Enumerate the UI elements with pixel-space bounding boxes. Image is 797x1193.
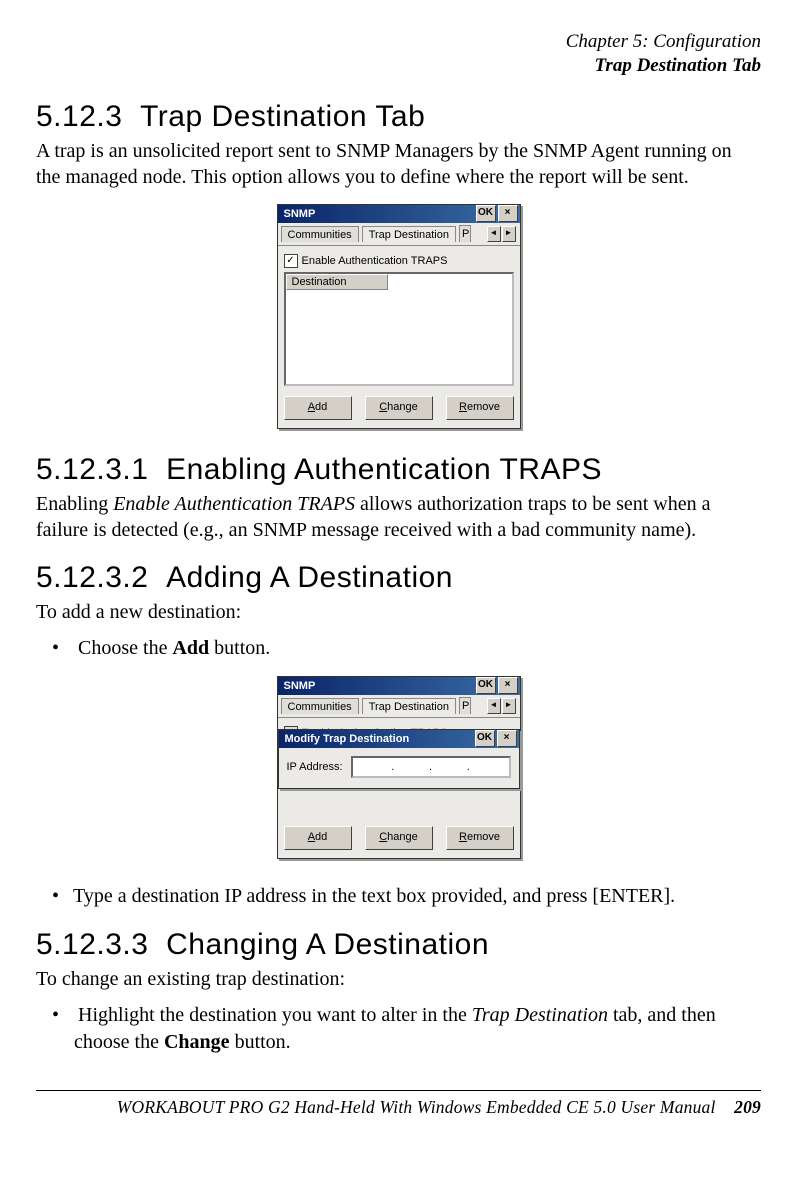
- page-number: 209: [734, 1097, 761, 1117]
- page-footer: WORKABOUT PRO G2 Hand-Held With Windows …: [36, 1090, 761, 1118]
- tab-scroll-right-2[interactable]: ►: [502, 698, 516, 714]
- ok-button-2[interactable]: OK: [476, 677, 496, 694]
- change-button[interactable]: Change: [365, 396, 433, 420]
- tab-scroll: ◄ ►: [487, 226, 520, 242]
- ip-address-input[interactable]: . . .: [351, 756, 511, 778]
- para-5-12-3-1: Enabling Enable Authentication TRAPS all…: [36, 491, 761, 543]
- add-button[interactable]: Add: [284, 396, 352, 420]
- tab-scroll-left[interactable]: ◄: [487, 226, 501, 242]
- modal-ok-button[interactable]: OK: [475, 730, 495, 747]
- tab-partial-2[interactable]: P: [459, 697, 471, 714]
- heading-5-12-3: 5.12.3 Trap Destination Tab: [36, 100, 761, 134]
- modal-close-button[interactable]: ×: [497, 730, 517, 747]
- remove-button-2[interactable]: Remove: [446, 826, 514, 850]
- modal-title: Modify Trap Destination: [283, 730, 410, 748]
- change-button-2[interactable]: Change: [365, 826, 433, 850]
- button-row-2: Add Change Remove: [278, 822, 520, 858]
- destination-list[interactable]: Destination: [284, 272, 514, 386]
- enable-auth-traps-row: ✓ Enable Authentication TRAPS: [284, 254, 514, 268]
- tabs: Communities Trap Destination P ◄ ►: [278, 223, 520, 246]
- enable-auth-traps-checkbox[interactable]: ✓: [284, 254, 298, 268]
- tab-trap-destination-2[interactable]: Trap Destination: [362, 698, 456, 714]
- ok-button[interactable]: OK: [476, 205, 496, 222]
- page-header: Chapter 5: Configuration Trap Destinatio…: [36, 30, 761, 78]
- snmp-window: SNMP OK × Communities Trap Destination P…: [277, 204, 521, 429]
- titlebar-2: SNMP OK ×: [278, 677, 520, 695]
- enable-auth-traps-label: Enable Authentication TRAPS: [302, 255, 448, 267]
- screenshot-modify-trap: SNMP OK × Communities Trap Destination P…: [36, 676, 761, 859]
- heading-5-12-3-2: 5.12.3.2 Adding A Destination: [36, 561, 761, 595]
- chapter-line: Chapter 5: Configuration: [36, 30, 761, 54]
- heading-5-12-3-1: 5.12.3.1 Enabling Authentication TRAPS: [36, 453, 761, 487]
- heading-5-12-3-3: 5.12.3.3 Changing A Destination: [36, 928, 761, 962]
- tab-communities-2[interactable]: Communities: [281, 698, 359, 714]
- tabs-2: Communities Trap Destination P ◄ ►: [278, 695, 520, 718]
- titlebar: SNMP OK ×: [278, 205, 520, 223]
- modal-titlebar: Modify Trap Destination OK ×: [279, 730, 519, 748]
- modify-trap-dialog: Modify Trap Destination OK × IP Address:…: [278, 729, 520, 789]
- window-title-2: SNMP: [282, 677, 316, 695]
- window-title: SNMP: [282, 205, 316, 223]
- tab-partial[interactable]: P: [459, 225, 471, 242]
- tab-scroll-2: ◄ ►: [487, 698, 520, 714]
- bullet-type-ip: Type a destination IP address in the tex…: [74, 883, 761, 910]
- section-name-line: Trap Destination Tab: [36, 54, 761, 78]
- tab-communities[interactable]: Communities: [281, 226, 359, 242]
- close-button[interactable]: ×: [498, 205, 518, 222]
- snmp-window-with-modal: SNMP OK × Communities Trap Destination P…: [277, 676, 521, 859]
- bullet-highlight-change: Highlight the destination you want to al…: [74, 1002, 761, 1056]
- tab-scroll-right[interactable]: ►: [502, 226, 516, 242]
- destination-list-area: [286, 290, 512, 368]
- tab-trap-destination[interactable]: Trap Destination: [362, 226, 456, 242]
- footer-text: WORKABOUT PRO G2 Hand-Held With Windows …: [117, 1097, 716, 1117]
- para-5-12-3-2: To add a new destination:: [36, 599, 761, 625]
- para-5-12-3-3: To change an existing trap destination:: [36, 966, 761, 992]
- screenshot-snmp-trap-tab: SNMP OK × Communities Trap Destination P…: [36, 204, 761, 429]
- bullet-choose-add: Choose the Add button.: [74, 635, 761, 662]
- close-button-2[interactable]: ×: [498, 677, 518, 694]
- add-button-2[interactable]: Add: [284, 826, 352, 850]
- destination-column-header: Destination: [286, 274, 388, 290]
- button-row: Add Change Remove: [278, 392, 520, 428]
- tab-scroll-left-2[interactable]: ◄: [487, 698, 501, 714]
- ip-address-label: IP Address:: [287, 761, 343, 773]
- remove-button[interactable]: Remove: [446, 396, 514, 420]
- para-5-12-3: A trap is an unsolicited report sent to …: [36, 138, 761, 190]
